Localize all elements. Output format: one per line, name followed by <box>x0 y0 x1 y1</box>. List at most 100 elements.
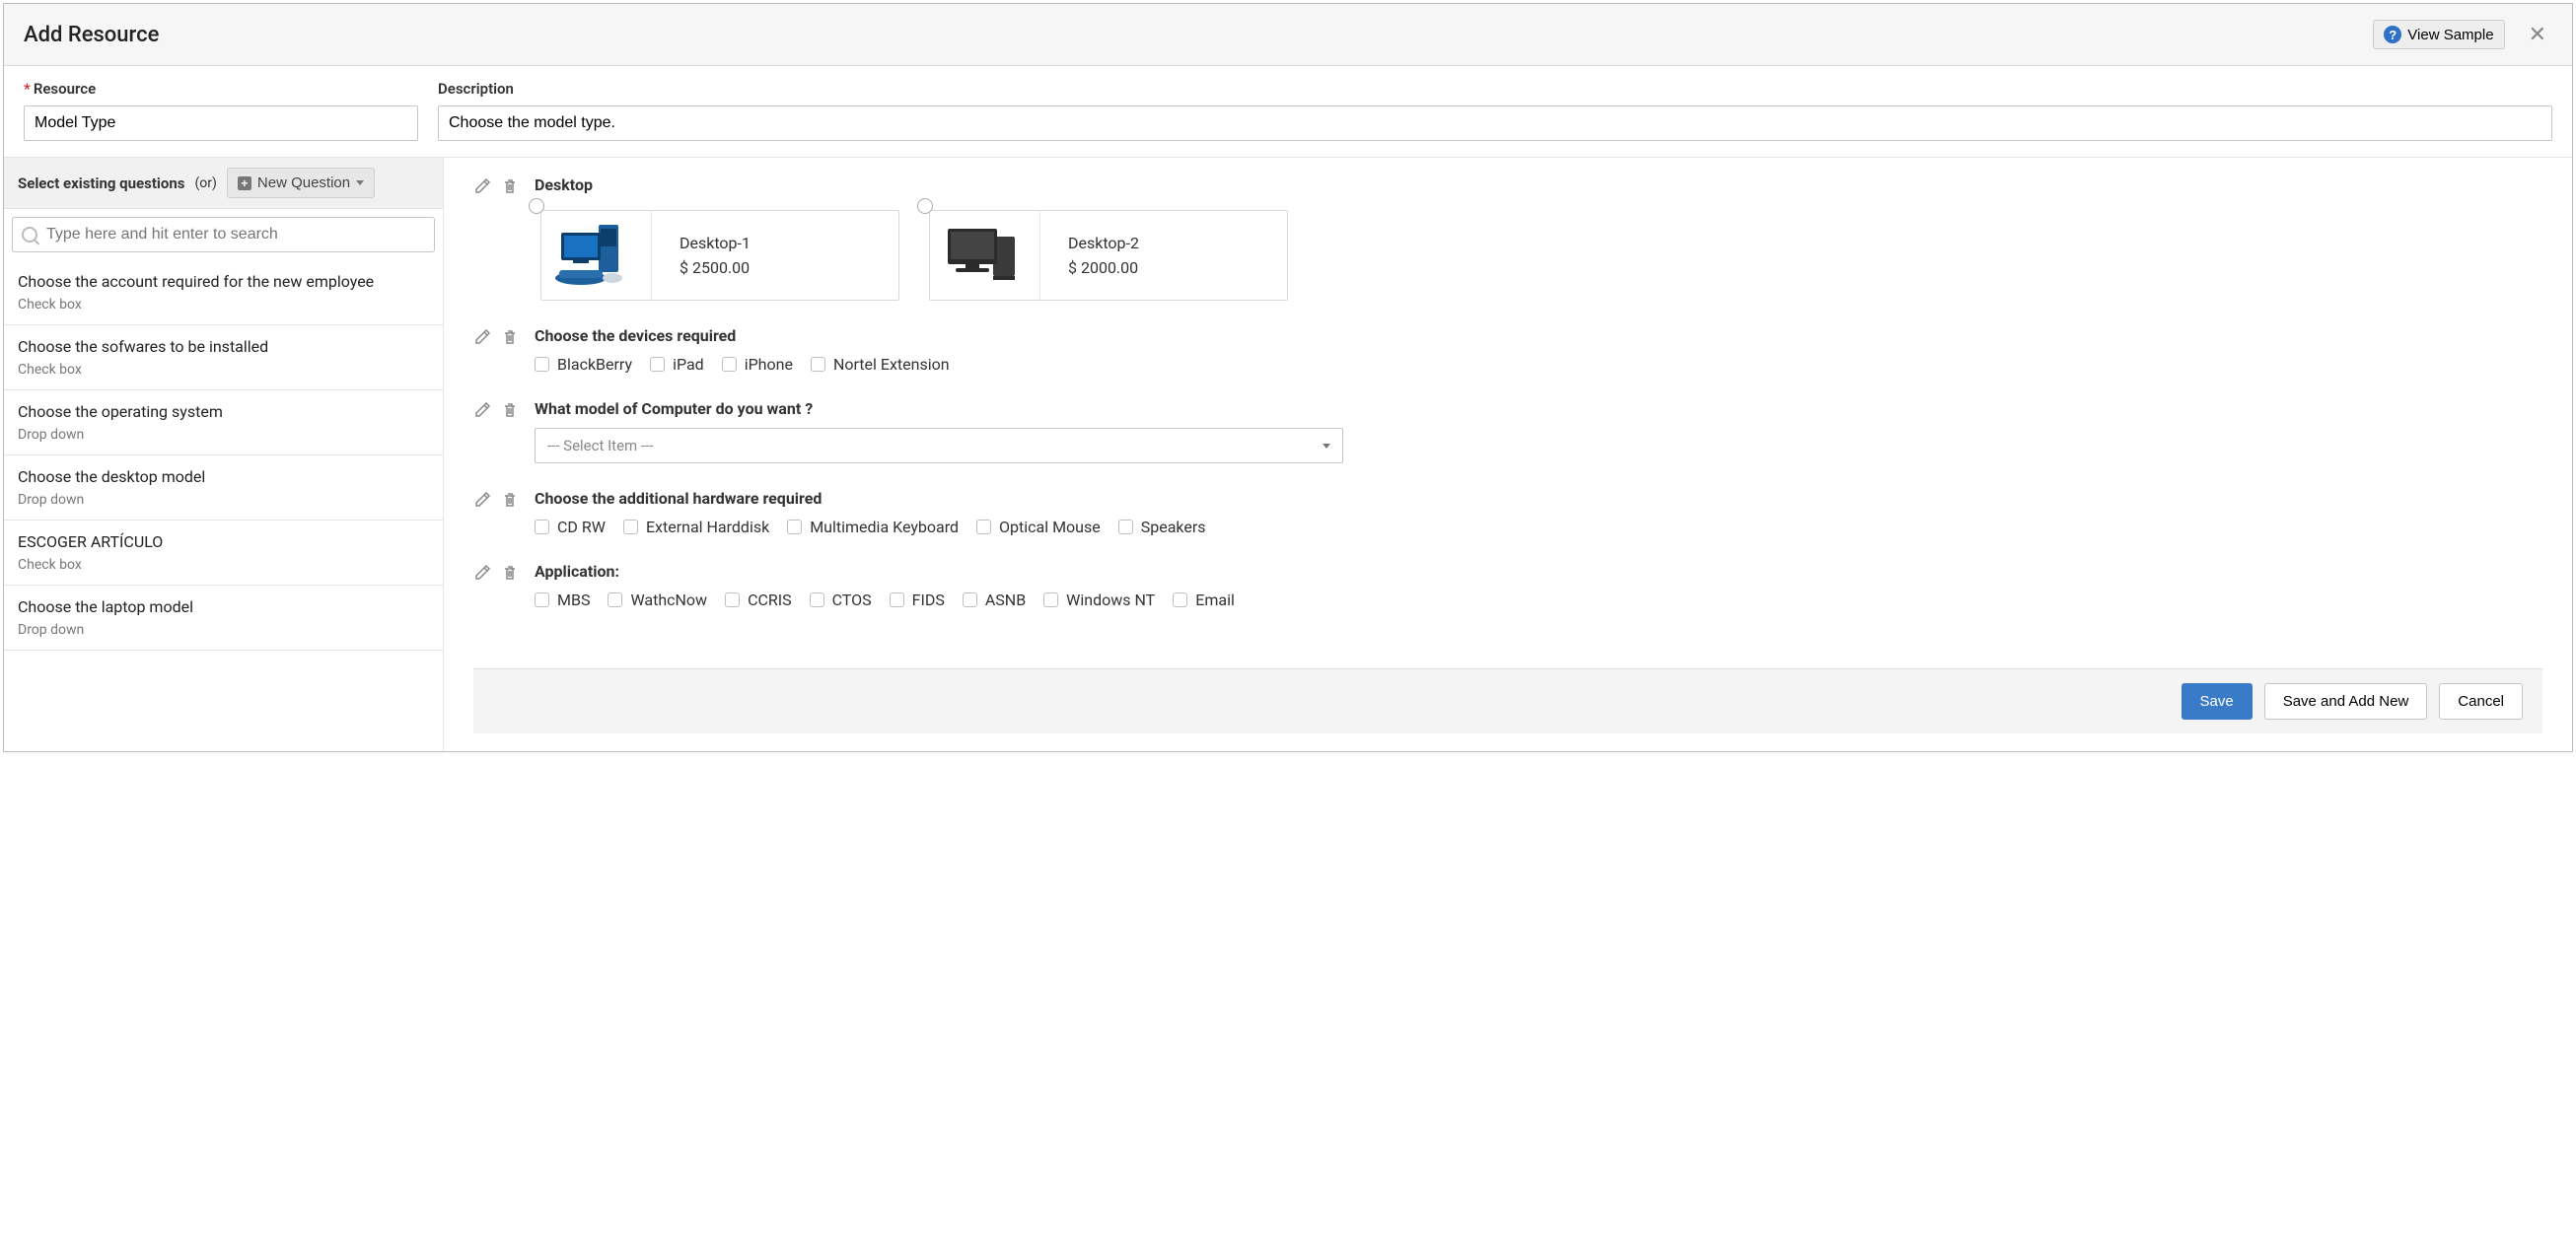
card-box: Desktop-2 $ 2000.00 <box>929 210 1288 301</box>
checkbox-asnb[interactable]: ASNB <box>963 591 1026 609</box>
delete-icon[interactable] <box>501 564 519 582</box>
row-controls <box>473 562 519 582</box>
edit-icon[interactable] <box>473 491 491 509</box>
new-question-button[interactable]: + New Question <box>227 168 375 198</box>
right-panel: Desktop <box>444 158 2572 751</box>
delete-icon[interactable] <box>501 328 519 346</box>
section-title: Desktop <box>535 175 2542 194</box>
section-title: Choose the additional hardware required <box>535 489 2542 508</box>
list-item[interactable]: Choose the desktop model Drop down <box>4 455 443 521</box>
checkbox-email[interactable]: Email <box>1173 591 1235 609</box>
checkbox-external-hdd[interactable]: External Harddisk <box>623 518 769 536</box>
checkbox-speakers[interactable]: Speakers <box>1118 518 1206 536</box>
delete-icon[interactable] <box>501 177 519 195</box>
save-and-add-new-button[interactable]: Save and Add New <box>2264 683 2428 720</box>
delete-icon[interactable] <box>501 491 519 509</box>
row-controls <box>473 175 519 195</box>
save-button[interactable]: Save <box>2182 683 2253 720</box>
help-icon: ? <box>2384 26 2401 43</box>
card-text: Desktop-1 $ 2500.00 <box>652 211 898 300</box>
checkbox-icon <box>608 592 622 607</box>
checkbox-cdrw[interactable]: CD RW <box>535 518 606 536</box>
radio-icon[interactable] <box>917 198 933 214</box>
edit-icon[interactable] <box>473 328 491 346</box>
list-item[interactable]: ESCOGER ARTÍCULO Check box <box>4 521 443 586</box>
list-item[interactable]: Choose the operating system Drop down <box>4 390 443 455</box>
checkbox-icon <box>787 520 802 534</box>
question-type: Drop down <box>18 492 429 508</box>
cancel-button[interactable]: Cancel <box>2439 683 2523 720</box>
new-question-label: New Question <box>257 174 350 191</box>
edit-icon[interactable] <box>473 177 491 195</box>
resource-input[interactable] <box>24 105 418 141</box>
edit-icon[interactable] <box>473 401 491 419</box>
modal-title: Add Resource <box>24 23 159 47</box>
list-item[interactable]: Choose the sofwares to be installed Chec… <box>4 325 443 390</box>
desktop-image-icon <box>930 211 1040 300</box>
checkbox-ipad[interactable]: iPad <box>650 355 704 374</box>
question-type: Check box <box>18 362 429 378</box>
checkbox-icon <box>811 357 825 372</box>
card-price: $ 2000.00 <box>1068 258 1259 277</box>
chevron-down-icon <box>1323 444 1330 449</box>
list-item[interactable]: Choose the account required for the new … <box>4 260 443 325</box>
checkbox-ccris[interactable]: CCRIS <box>725 591 792 609</box>
checkbox-icon <box>810 592 824 607</box>
checkbox-fids[interactable]: FIDS <box>890 591 945 609</box>
left-panel: Select existing questions (or) + New Que… <box>4 158 444 751</box>
chevron-down-icon <box>356 180 364 185</box>
section-devices: Choose the devices required BlackBerry i… <box>473 326 2542 374</box>
description-label: Description <box>438 80 2552 98</box>
checkbox-row: BlackBerry iPad iPhone Nortel Extension <box>535 355 2542 374</box>
checkbox-iphone[interactable]: iPhone <box>722 355 793 374</box>
checkbox-icon <box>963 592 977 607</box>
search-input[interactable] <box>12 217 435 252</box>
checkbox-mbs[interactable]: MBS <box>535 591 590 609</box>
checkbox-watchnow[interactable]: WathcNow <box>608 591 707 609</box>
description-field-group: Description <box>438 80 2552 141</box>
radio-card-desktop-2[interactable]: Desktop-2 $ 2000.00 <box>923 204 1288 301</box>
header-right: ? View Sample ✕ <box>2373 20 2552 49</box>
section-content: Desktop <box>535 175 2542 301</box>
section-desktop: Desktop <box>473 175 2542 301</box>
checkbox-icon <box>535 357 549 372</box>
checkbox-nortel[interactable]: Nortel Extension <box>811 355 950 374</box>
checkbox-blackberry[interactable]: BlackBerry <box>535 355 632 374</box>
view-sample-button[interactable]: ? View Sample <box>2373 20 2504 49</box>
list-item[interactable]: Choose the laptop model Drop down <box>4 586 443 651</box>
row-controls <box>473 326 519 346</box>
search-wrap <box>4 209 443 260</box>
modal-header: Add Resource ? View Sample ✕ <box>4 4 2572 66</box>
desktop-image-icon <box>541 211 652 300</box>
section-title: What model of Computer do you want ? <box>535 399 2542 418</box>
question-title: Choose the sofwares to be installed <box>18 337 429 356</box>
question-type: Check box <box>18 297 429 313</box>
delete-icon[interactable] <box>501 401 519 419</box>
card-box: Desktop-1 $ 2500.00 <box>540 210 899 301</box>
question-title: Choose the operating system <box>18 402 429 421</box>
checkbox-row: CD RW External Harddisk Multimedia Keybo… <box>535 518 2542 536</box>
plus-icon: + <box>238 176 251 190</box>
description-input[interactable] <box>438 105 2552 141</box>
select-placeholder: --- Select Item --- <box>547 437 653 454</box>
add-resource-modal: Add Resource ? View Sample ✕ *Resource D… <box>3 3 2573 752</box>
checkbox-row: MBS WathcNow CCRIS CTOS FIDS ASNB Window… <box>535 591 2542 609</box>
checkbox-icon <box>1043 592 1058 607</box>
select-existing-label: Select existing questions <box>18 174 184 192</box>
checkbox-optical-mouse[interactable]: Optical Mouse <box>976 518 1101 536</box>
resource-label: *Resource <box>24 80 418 98</box>
question-type: Drop down <box>18 427 429 443</box>
checkbox-mm-keyboard[interactable]: Multimedia Keyboard <box>787 518 959 536</box>
section-model: What model of Computer do you want ? ---… <box>473 399 2542 463</box>
radio-icon[interactable] <box>529 198 544 214</box>
section-content: Choose the devices required BlackBerry i… <box>535 326 2542 374</box>
checkbox-windows-nt[interactable]: Windows NT <box>1043 591 1155 609</box>
section-content: What model of Computer do you want ? ---… <box>535 399 2542 463</box>
or-label: (or) <box>194 175 216 191</box>
checkbox-ctos[interactable]: CTOS <box>810 591 872 609</box>
close-button[interactable]: ✕ <box>2523 22 2552 47</box>
row-controls <box>473 489 519 509</box>
edit-icon[interactable] <box>473 564 491 582</box>
radio-card-desktop-1[interactable]: Desktop-1 $ 2500.00 <box>535 204 899 301</box>
model-select[interactable]: --- Select Item --- <box>535 428 1343 463</box>
